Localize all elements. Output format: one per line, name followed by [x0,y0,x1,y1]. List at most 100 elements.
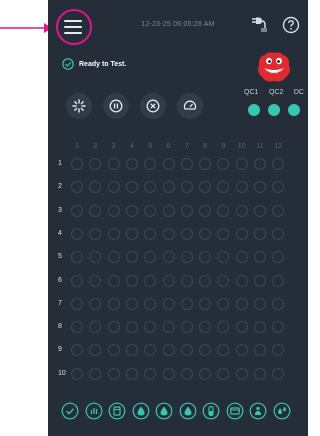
well[interactable] [254,181,266,194]
well[interactable] [89,251,102,264]
help-icon[interactable] [282,16,300,34]
well[interactable] [272,251,285,264]
well[interactable] [235,297,248,310]
well[interactable] [217,158,230,170]
well[interactable] [180,367,193,380]
well[interactable] [235,274,248,287]
well[interactable] [272,227,285,240]
well[interactable] [125,158,138,170]
well[interactable] [199,297,212,310]
well[interactable] [254,204,266,217]
well[interactable] [144,274,157,287]
well[interactable] [162,158,175,170]
well[interactable] [162,251,175,264]
well[interactable] [199,158,212,170]
well[interactable] [254,227,266,240]
bars-icon[interactable] [85,402,103,420]
well[interactable] [180,181,193,194]
well[interactable] [107,274,120,287]
drop-icon[interactable] [155,402,173,420]
well[interactable] [217,204,230,217]
check-icon[interactable] [61,402,79,420]
well[interactable] [217,344,230,357]
well[interactable] [107,251,120,264]
well[interactable] [180,158,193,170]
well[interactable] [180,321,193,334]
well[interactable] [107,344,120,357]
well[interactable] [180,204,193,217]
well[interactable] [199,227,212,240]
well[interactable] [272,204,285,217]
well[interactable] [180,227,193,240]
well[interactable] [162,367,175,380]
well[interactable] [144,321,157,334]
well[interactable] [235,204,248,217]
drop-icon[interactable] [179,402,197,420]
well[interactable] [71,181,83,194]
well[interactable] [272,181,285,194]
well[interactable] [235,251,248,264]
well[interactable] [162,344,175,357]
well[interactable] [89,297,102,310]
well[interactable] [199,181,212,194]
well[interactable] [107,158,120,170]
start-control-button[interactable] [66,93,92,119]
well[interactable] [235,181,248,194]
well[interactable] [235,367,248,380]
well[interactable] [162,321,175,334]
well[interactable] [217,181,230,194]
well[interactable] [235,321,248,334]
well[interactable] [272,344,285,357]
well[interactable] [254,158,266,170]
well[interactable] [162,227,175,240]
well[interactable] [71,251,83,264]
well[interactable] [199,251,212,264]
well[interactable] [235,158,248,170]
well[interactable] [89,158,102,170]
well[interactable] [125,344,138,357]
pill-icon[interactable] [202,402,220,420]
well[interactable] [199,204,212,217]
well[interactable] [89,321,102,334]
well[interactable] [107,181,120,194]
well[interactable] [144,251,157,264]
card-icon[interactable] [226,402,244,420]
well[interactable] [162,297,175,310]
well[interactable] [199,274,212,287]
hamburger-menu-button[interactable] [56,9,92,45]
well[interactable] [162,274,175,287]
well[interactable] [107,321,120,334]
well[interactable] [144,181,157,194]
well[interactable] [144,227,157,240]
well[interactable] [272,297,285,310]
well[interactable] [71,274,83,287]
pause-control-button[interactable] [103,93,129,119]
well[interactable] [217,274,230,287]
well[interactable] [125,274,138,287]
well[interactable] [125,204,138,217]
well[interactable] [217,321,230,334]
well[interactable] [199,367,212,380]
well[interactable] [254,297,266,310]
well[interactable] [272,158,285,170]
well[interactable] [89,181,102,194]
well[interactable] [144,204,157,217]
well[interactable] [144,367,157,380]
well[interactable] [89,344,102,357]
well[interactable] [71,204,83,217]
well[interactable] [107,227,120,240]
well[interactable] [180,344,193,357]
cartridge-icon[interactable] [108,402,126,420]
well[interactable] [180,274,193,287]
well[interactable] [254,344,266,357]
well[interactable] [180,297,193,310]
well[interactable] [272,321,285,334]
gauge-control-button[interactable] [177,93,203,119]
well[interactable] [180,251,193,264]
person-drop-icon[interactable] [249,402,267,420]
well[interactable] [125,227,138,240]
well[interactable] [107,204,120,217]
well[interactable] [144,344,157,357]
well[interactable] [89,367,102,380]
well[interactable] [71,158,83,170]
